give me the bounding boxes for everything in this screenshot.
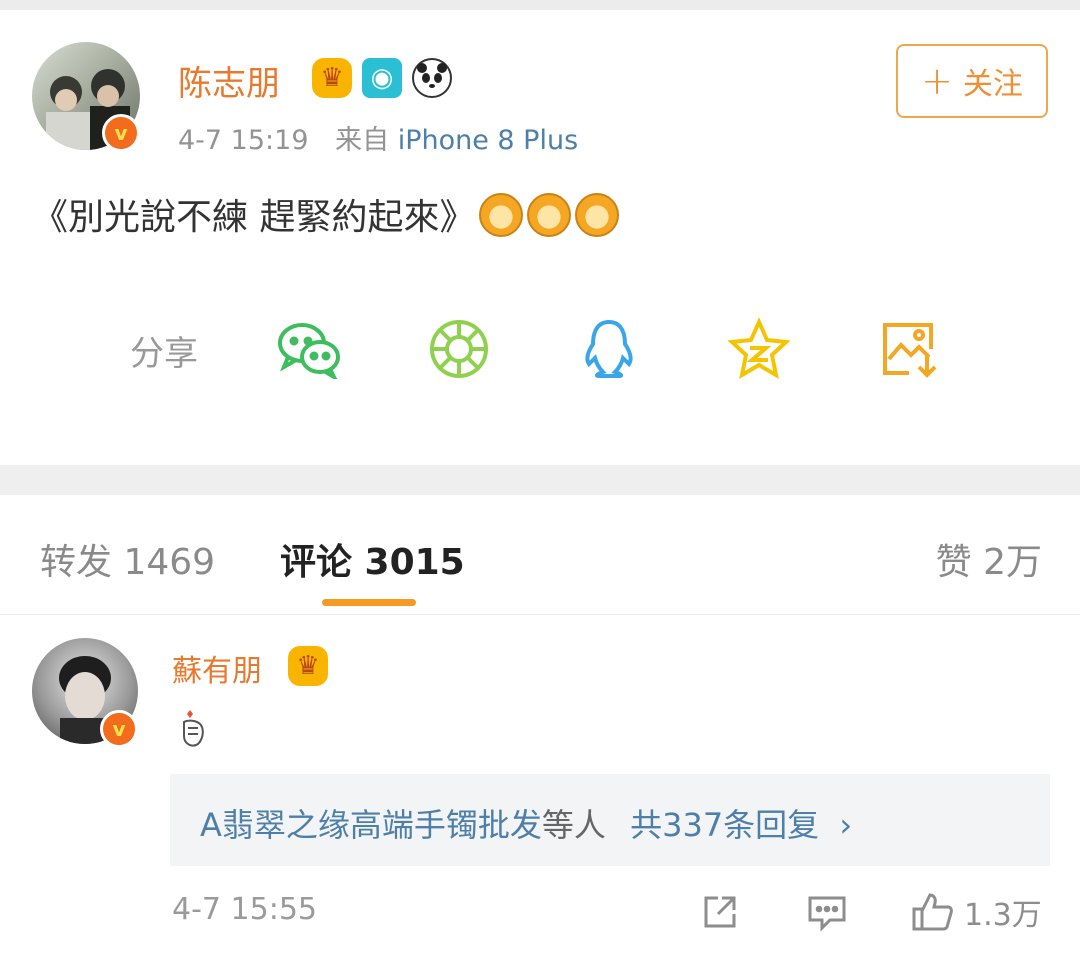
finger-heart-emoji-icon	[178, 708, 208, 748]
plus-icon: +	[921, 59, 953, 103]
wechat-icon[interactable]	[276, 318, 342, 380]
camera-icon[interactable]: ◉	[362, 58, 402, 98]
comment-bubble-icon	[808, 896, 846, 932]
reply-count[interactable]: 共337条回复	[630, 806, 819, 844]
tab-likes[interactable]: 赞 2万	[936, 533, 1042, 585]
crown-icon[interactable]: ♛	[288, 646, 328, 686]
source-prefix: 来自	[335, 125, 390, 156]
panda-icon[interactable]	[412, 58, 452, 98]
post-source[interactable]: iPhone 8 Plus	[398, 125, 578, 156]
comment-time: 4-7 15:55	[172, 892, 317, 927]
reply-mid: 等人	[541, 806, 606, 844]
share-row: 分享	[130, 318, 1030, 380]
commenter-name[interactable]: 蘇有朋	[172, 646, 262, 690]
section-divider	[0, 465, 1080, 495]
post-time: 4-7 15:19	[178, 125, 309, 156]
chevron-right-icon: ›	[839, 806, 853, 844]
share-label: 分享	[130, 334, 198, 374]
tiger-emoji-icon	[479, 193, 524, 237]
like-count: 1.3万	[964, 898, 1042, 933]
reply-users[interactable]: A翡翠之缘高端手镯批发	[200, 806, 542, 844]
post-author-name[interactable]: 陈志朋	[178, 56, 280, 105]
qzone-icon[interactable]	[726, 318, 792, 380]
crown-icon[interactable]: ♛	[312, 58, 352, 98]
tiger-emoji-icon	[527, 193, 572, 237]
post-text: 《別光說不練 趕緊約起來》	[32, 188, 620, 241]
replies-summary[interactable]: A翡翠之缘高端手镯批发等人 共337条回复 ›	[200, 800, 852, 846]
interaction-tabs: 转发 1469 评论 3015 赞 2万	[0, 495, 1080, 615]
thumbs-up-icon	[912, 893, 953, 931]
active-tab-underline	[322, 599, 416, 606]
moments-icon[interactable]	[426, 318, 492, 380]
follow-button[interactable]: + 关注	[896, 44, 1048, 118]
top-strip	[0, 0, 1080, 10]
post-meta: 4-7 15:19 来自 iPhone 8 Plus	[178, 118, 578, 157]
verified-v-icon: v	[100, 710, 138, 748]
tab-comments[interactable]: 评论 3015	[280, 533, 465, 585]
save-image-icon[interactable]	[876, 318, 942, 380]
comment-share-button[interactable]	[700, 890, 740, 934]
tiger-emoji-icon	[575, 193, 620, 237]
post-body: 《別光說不練 趕緊約起來》	[32, 197, 476, 238]
comment-like-button[interactable]: 1.3万	[910, 890, 1042, 934]
qq-icon[interactable]	[576, 318, 642, 380]
replies-preview[interactable]: A翡翠之缘高端手镯批发等人 共337条回复 ›	[170, 774, 1050, 866]
comment-reply-button[interactable]	[806, 890, 848, 934]
follow-label: 关注	[962, 67, 1023, 102]
tab-repost[interactable]: 转发 1469	[40, 533, 215, 585]
verified-v-icon: v	[102, 114, 140, 152]
external-share-icon	[704, 896, 736, 928]
